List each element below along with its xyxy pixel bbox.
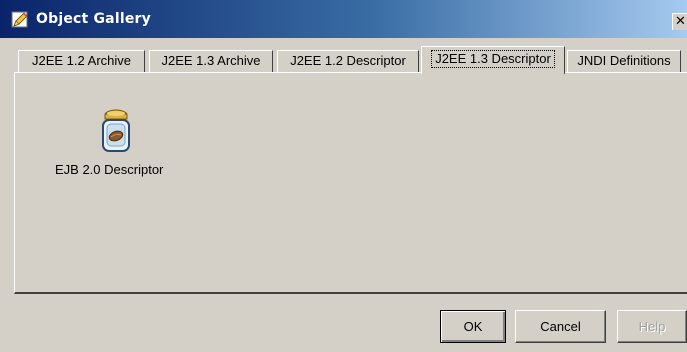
tab-jndi-definitions[interactable]: JNDI Definitions	[567, 50, 681, 72]
help-button[interactable]: Help	[617, 310, 687, 343]
tab-j2ee-1-2-archive[interactable]: J2EE 1.2 Archive	[18, 50, 145, 72]
gallery-item-ejb-2-0-descriptor[interactable]: EJB 2.0 Descriptor	[55, 108, 185, 177]
window-title: Object Gallery	[36, 11, 151, 27]
close-button[interactable]: ✕	[672, 13, 687, 30]
tab-label: J2EE 1.2 Descriptor	[290, 53, 406, 68]
gallery-item-label: EJB 2.0 Descriptor	[55, 162, 164, 177]
tab-label: JNDI Definitions	[577, 53, 671, 68]
gallery-panel: EJB 2.0 Descriptor	[14, 72, 687, 294]
pencil-icon	[11, 11, 28, 28]
tab-label: J2EE 1.3 Archive	[161, 53, 261, 68]
jar-icon	[102, 109, 130, 152]
tab-j2ee-1-3-descriptor[interactable]: J2EE 1.3 Descriptor	[421, 46, 565, 74]
tab-j2ee-1-3-archive[interactable]: J2EE 1.3 Archive	[149, 50, 273, 72]
ok-button[interactable]: OK	[440, 310, 506, 343]
tab-j2ee-1-2-descriptor[interactable]: J2EE 1.2 Descriptor	[277, 50, 419, 72]
title-bar[interactable]: Object Gallery ✕	[0, 0, 687, 38]
tab-label: J2EE 1.2 Archive	[32, 53, 131, 68]
object-gallery-window: Object Gallery ✕ J2EE 1.2 Archive J2EE 1…	[0, 0, 687, 352]
close-icon: ✕	[675, 14, 686, 29]
tab-label: J2EE 1.3 Descriptor	[431, 50, 555, 68]
cancel-button[interactable]: Cancel	[515, 310, 606, 343]
